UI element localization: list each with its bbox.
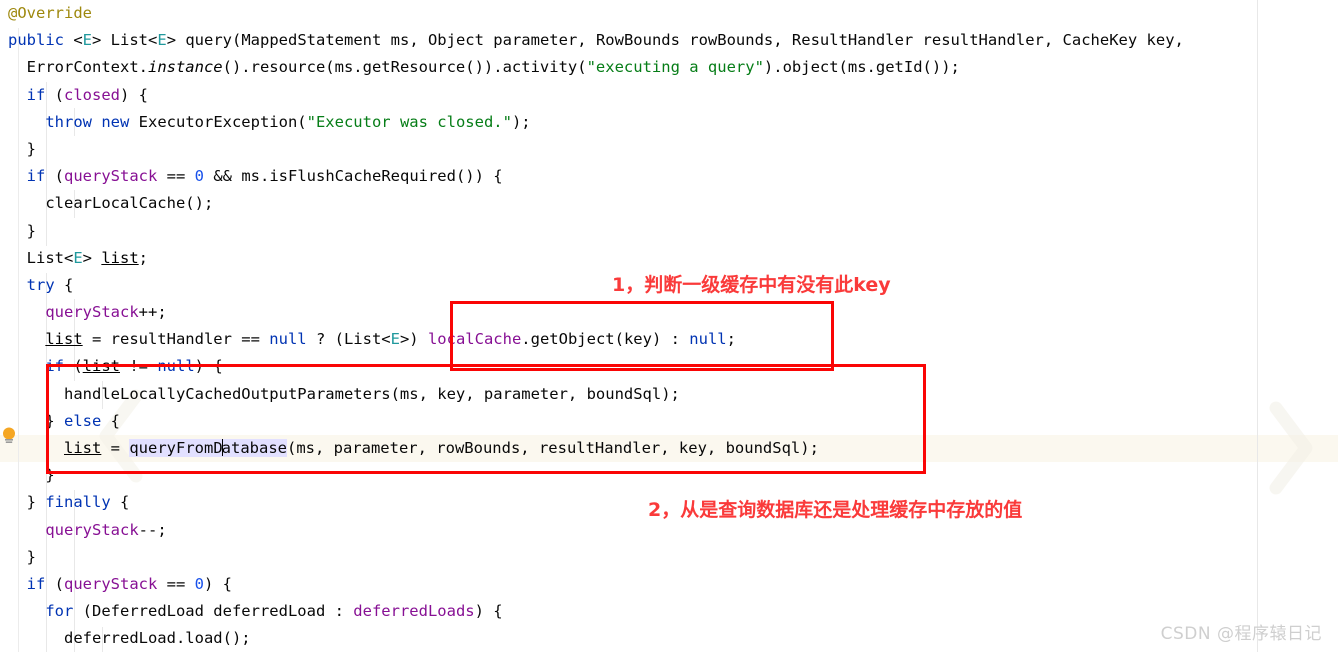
code-token: (DeferredLoad deferredLoad : xyxy=(73,602,354,621)
code-token: closed xyxy=(64,85,121,104)
code-line[interactable]: public <E> List<E> query(MappedStatement… xyxy=(0,27,1338,54)
code-token: ().resource(ms.getResource()).activity( xyxy=(222,58,587,77)
code-token: deferredLoads xyxy=(353,602,475,621)
code-token: = resultHandler == xyxy=(82,330,270,349)
code-line[interactable]: } xyxy=(0,218,1338,245)
code-line[interactable]: @Override xyxy=(0,0,1338,27)
code-token: > query(MappedStatement ms, Object param… xyxy=(166,31,1184,50)
code-line[interactable]: for (DeferredLoad deferredLoad : deferre… xyxy=(0,598,1338,625)
intention-bulb-icon[interactable] xyxy=(2,427,16,444)
code-token: ++; xyxy=(138,303,167,322)
code-token: ( xyxy=(45,167,65,186)
code-token: ? (List< xyxy=(306,330,391,349)
code-token: ) { xyxy=(474,602,503,621)
code-token: ExecutorException( xyxy=(129,112,307,131)
code-token: ErrorContext. xyxy=(8,58,148,77)
code-token: queryStack xyxy=(64,574,158,593)
code-token: List< xyxy=(8,248,74,267)
csdn-watermark: CSDN @程序辕日记 xyxy=(1160,624,1322,644)
code-token: { xyxy=(54,275,74,294)
code-token: == xyxy=(157,167,195,186)
code-token: if xyxy=(26,574,46,593)
code-token: "executing a query" xyxy=(586,58,764,77)
code-token: == xyxy=(157,574,195,593)
code-token: ) { xyxy=(120,85,149,104)
code-line[interactable]: if (queryStack == 0) { xyxy=(0,571,1338,598)
code-token: if xyxy=(26,85,46,104)
code-token: && ms.isFlushCacheRequired()) { xyxy=(204,167,503,186)
code-token: deferredLoad.load(); xyxy=(8,629,251,648)
code-token: "Executor was closed." xyxy=(306,112,512,131)
code-token: 0 xyxy=(194,167,205,186)
code-token: > List< xyxy=(92,31,158,50)
code-line[interactable]: throw new ExecutorException("Executor wa… xyxy=(0,109,1338,136)
code-token: queryStack xyxy=(45,520,139,539)
code-token: > xyxy=(82,248,102,267)
annotation-label-1: 1，判断一级缓存中有没有此key xyxy=(612,274,891,296)
code-line[interactable]: List<E> list; xyxy=(0,245,1338,272)
code-token: if xyxy=(26,167,46,186)
code-token: } xyxy=(8,493,46,512)
code-token: 0 xyxy=(194,574,205,593)
code-token: null xyxy=(269,330,307,349)
code-token: list xyxy=(45,330,83,349)
code-token: ) { xyxy=(204,574,233,593)
code-token: public xyxy=(8,31,74,50)
code-token: } xyxy=(8,139,36,158)
annotation-label-2: 2，从是查询数据库还是处理缓存中存放的值 xyxy=(648,499,1023,521)
code-token: ( xyxy=(45,574,65,593)
code-token: finally xyxy=(45,493,111,512)
code-token: >) xyxy=(399,330,428,349)
code-token: } xyxy=(8,547,36,566)
code-line[interactable]: clearLocalCache(); xyxy=(0,190,1338,217)
code-editor[interactable]: @Override public <E> List<E> query(Mapped… xyxy=(0,0,1338,652)
annotation-box-2 xyxy=(46,364,926,474)
code-token: ( xyxy=(45,85,65,104)
code-line[interactable]: deferredLoad.load(); xyxy=(0,625,1338,652)
code-token: queryStack xyxy=(64,167,158,186)
code-token: instance xyxy=(147,58,223,77)
code-line[interactable]: if (queryStack == 0 && ms.isFlushCacheRe… xyxy=(0,163,1338,190)
code-token: clearLocalCache(); xyxy=(8,194,214,213)
code-token: { xyxy=(110,493,130,512)
code-token: @Override xyxy=(8,4,92,22)
code-line[interactable]: ErrorContext.instance().resource(ms.getR… xyxy=(0,54,1338,81)
code-token: --; xyxy=(138,520,167,539)
code-token: < xyxy=(73,31,83,50)
code-token: queryStack xyxy=(45,303,139,322)
code-token: try xyxy=(26,275,55,294)
annotation-box-1 xyxy=(450,301,834,371)
code-token: for xyxy=(45,602,74,621)
code-token: list xyxy=(101,248,139,267)
code-token: ); xyxy=(511,112,531,131)
code-token: E xyxy=(73,248,83,267)
code-token: throw new xyxy=(45,112,130,131)
code-line[interactable]: if (closed) { xyxy=(0,82,1338,109)
code-token: ).object(ms.getId()); xyxy=(763,58,960,77)
code-token: E xyxy=(390,330,400,349)
code-token: } xyxy=(8,221,36,240)
code-token: E xyxy=(157,31,167,50)
code-token: E xyxy=(82,31,93,50)
code-token: ; xyxy=(138,248,149,267)
code-line[interactable]: } xyxy=(0,544,1338,571)
code-line[interactable]: } xyxy=(0,136,1338,163)
